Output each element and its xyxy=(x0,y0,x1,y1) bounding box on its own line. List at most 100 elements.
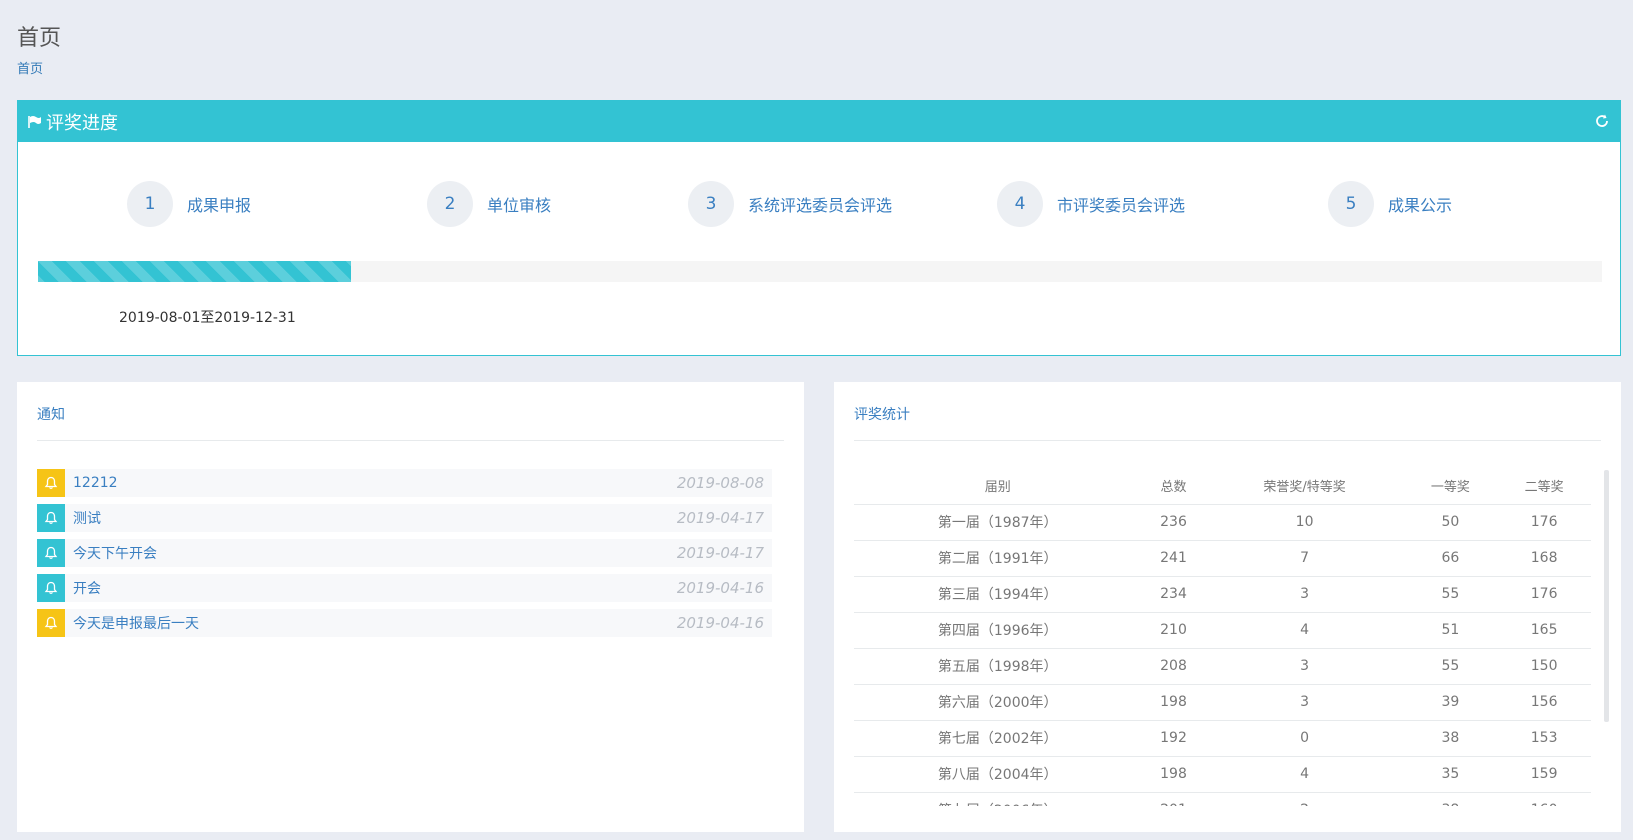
bell-icon xyxy=(37,609,65,637)
step-4: 4 市评奖委员会评选 xyxy=(997,181,1185,227)
table-cell: 38 xyxy=(1403,720,1498,757)
table-cell: 第九届（2006年） xyxy=(854,792,1142,806)
table-cell: 66 xyxy=(1403,540,1498,577)
step-label: 成果申报 xyxy=(187,196,252,215)
table-cell: 0 xyxy=(1205,720,1404,757)
table-cell: 176 xyxy=(1497,504,1591,541)
table-cell: 165 xyxy=(1497,612,1591,649)
table-cell: 2 xyxy=(1205,792,1404,806)
step-number: 2 xyxy=(427,181,473,227)
table-cell: 3 xyxy=(1205,648,1404,685)
notice-item[interactable]: 开会 2019-04-16 xyxy=(37,574,772,602)
table-cell: 35 xyxy=(1403,756,1498,793)
award-stats-title: 评奖统计 xyxy=(854,407,910,423)
table-cell: 192 xyxy=(1141,720,1206,757)
notice-date: 2019-04-16 xyxy=(676,579,764,597)
notice-date: 2019-08-08 xyxy=(676,474,764,492)
notice-title[interactable]: 开会 xyxy=(73,578,101,598)
notice-title[interactable]: 12212 xyxy=(73,475,118,491)
step-label: 市评奖委员会评选 xyxy=(1057,196,1186,215)
table-cell: 39 xyxy=(1403,684,1498,721)
table-row: 第二届（1991年） 241 7 66 168 xyxy=(854,540,1591,577)
table-scrollbar[interactable] xyxy=(1604,470,1609,722)
award-progress-title: 评奖进度 xyxy=(46,112,118,134)
step-3: 3 系统评选委员会评选 xyxy=(688,181,892,227)
table-cell: 10 xyxy=(1205,504,1404,541)
step-number: 5 xyxy=(1328,181,1374,227)
table-cell: 第一届（1987年） xyxy=(854,504,1142,541)
notice-item[interactable]: 今天是申报最后一天 2019-04-16 xyxy=(37,609,772,637)
table-row: 第五届（1998年） 208 3 55 150 xyxy=(854,648,1591,685)
divider xyxy=(37,440,784,441)
table-cell: 4 xyxy=(1205,612,1404,649)
notice-title[interactable]: 测试 xyxy=(73,508,101,528)
notice-title[interactable]: 今天下午开会 xyxy=(73,543,157,563)
table-cell: 153 xyxy=(1497,720,1591,757)
table-row: 第四届（1996年） 210 4 51 165 xyxy=(854,612,1591,649)
table-cell: 156 xyxy=(1497,684,1591,721)
notice-list: 12212 2019-08-08 测试 2019-04-17 今天下午开会 2019-04… xyxy=(37,469,772,644)
award-stats-table-wrap: 届别 总数 荣誉奖/特等奖 一等奖 二等奖 第一届（1987年） 236 10 50 176 第二… xyxy=(854,468,1591,806)
table-cell: 第三届（1994年） xyxy=(854,576,1142,613)
award-progress-panel: 评奖进度 1 成果申报 2 单位审核 3 系统评选委员会评选 4 市评奖委员会评… xyxy=(17,100,1621,356)
table-cell: 第五届（1998年） xyxy=(854,648,1142,685)
table-row: 第一届（1987年） 236 10 50 176 xyxy=(854,504,1591,541)
table-cell: 50 xyxy=(1403,504,1498,541)
step-number: 4 xyxy=(997,181,1043,227)
table-cell: 4 xyxy=(1205,756,1404,793)
bell-icon xyxy=(37,574,65,602)
table-row: 第六届（2000年） 198 3 39 156 xyxy=(854,684,1591,721)
award-progress-header: 评奖进度 xyxy=(18,101,1620,142)
table-row: 第三届（1994年） 234 3 55 176 xyxy=(854,576,1591,613)
step-2: 2 单位审核 xyxy=(427,181,551,227)
table-cell: 168 xyxy=(1497,540,1591,577)
flag-icon xyxy=(28,115,42,129)
step-number: 3 xyxy=(688,181,734,227)
notice-item[interactable]: 测试 2019-04-17 xyxy=(37,504,772,532)
notice-title[interactable]: 今天是申报最后一天 xyxy=(73,613,199,633)
page-title: 首页 xyxy=(17,26,62,51)
table-row: 第七届（2002年） 192 0 38 153 xyxy=(854,720,1591,757)
table-cell: 55 xyxy=(1403,576,1498,613)
table-row: 第九届（2006年）201238160 xyxy=(854,792,1591,806)
divider xyxy=(854,440,1601,441)
bell-icon xyxy=(37,539,65,567)
table-cell: 7 xyxy=(1205,540,1404,577)
refresh-icon[interactable] xyxy=(1594,113,1610,129)
award-date-range: 2019-08-01至2019-12-31 xyxy=(119,310,296,326)
step-label: 系统评选委员会评选 xyxy=(748,196,893,215)
table-cell: 第七届（2002年） xyxy=(854,720,1142,757)
step-5: 5 成果公示 xyxy=(1328,181,1452,227)
bell-icon xyxy=(37,469,65,497)
step-label: 单位审核 xyxy=(487,196,552,215)
table-cell: 3 xyxy=(1205,684,1404,721)
table-cell: 201 xyxy=(1141,792,1206,806)
award-stats-table: 届别 总数 荣誉奖/特等奖 一等奖 二等奖 第一届（1987年） 236 10 50 176 第二… xyxy=(854,468,1591,806)
table-row: 第八届（2004年） 198 4 35 159 xyxy=(854,756,1591,793)
table-cell: 241 xyxy=(1141,540,1206,577)
table-cell: 160 xyxy=(1497,792,1591,806)
table-cell: 198 xyxy=(1141,756,1206,793)
table-cell: 38 xyxy=(1403,792,1498,806)
table-cell: 3 xyxy=(1205,576,1404,613)
progress-bar xyxy=(38,261,1602,282)
column-header: 一等奖 xyxy=(1403,468,1498,505)
breadcrumb-home[interactable]: 首页 xyxy=(17,58,43,77)
table-cell: 208 xyxy=(1141,648,1206,685)
table-cell: 150 xyxy=(1497,648,1591,685)
notice-date: 2019-04-17 xyxy=(676,509,764,527)
table-cell: 210 xyxy=(1141,612,1206,649)
step-number: 1 xyxy=(127,181,173,227)
table-cell: 198 xyxy=(1141,684,1206,721)
table-cell: 55 xyxy=(1403,648,1498,685)
column-header: 二等奖 xyxy=(1497,468,1591,505)
table-header-row: 届别 总数 荣誉奖/特等奖 一等奖 二等奖 xyxy=(854,468,1591,505)
notice-panel: 通知 12212 2019-08-08 测试 2019-04-17 今天下午开会 2019… xyxy=(17,382,804,832)
notice-item[interactable]: 今天下午开会 2019-04-17 xyxy=(37,539,772,567)
table-cell: 234 xyxy=(1141,576,1206,613)
step-1: 1 成果申报 xyxy=(127,181,251,227)
award-stats-panel: 评奖统计 届别 总数 荣誉奖/特等奖 一等奖 二等奖 第一届（1987年） 236 10 50… xyxy=(834,382,1621,832)
notice-item[interactable]: 12212 2019-08-08 xyxy=(37,469,772,497)
table-cell: 51 xyxy=(1403,612,1498,649)
column-header: 届别 xyxy=(854,468,1142,505)
